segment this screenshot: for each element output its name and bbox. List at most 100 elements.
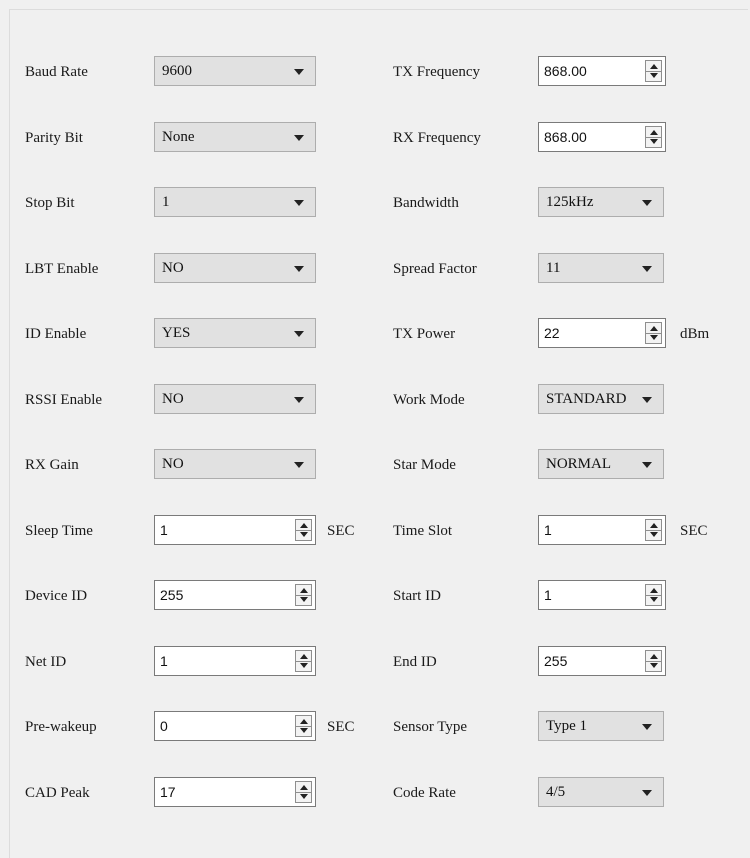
pre-wakeup-spinbox[interactable]: 0 — [154, 711, 316, 741]
form-row: LBT Enable NO Spread Factor 11 — [0, 252, 750, 285]
star-mode-dropdown[interactable]: NORMAL — [538, 449, 664, 479]
spin-down-icon[interactable] — [650, 662, 658, 668]
chevron-down-icon[interactable] — [642, 724, 652, 730]
end-id-label: End ID — [393, 653, 437, 670]
end-id-spinbox[interactable]: 255 — [538, 645, 666, 676]
spin-down-icon[interactable] — [300, 531, 308, 537]
spread-factor-dropdown[interactable]: 11 — [538, 252, 664, 283]
chevron-down-icon[interactable] — [294, 265, 304, 272]
chevron-down-icon[interactable] — [294, 134, 304, 141]
chevron-down-icon[interactable] — [294, 69, 304, 75]
bandwidth-value: 125kHz — [546, 194, 594, 210]
tx-frequency-spinbox[interactable]: 868.00 — [538, 56, 666, 86]
parity-bit-value: None — [162, 128, 195, 145]
pre-wakeup-value: 0 — [160, 718, 168, 734]
bandwidth-label: Bandwidth — [393, 195, 459, 211]
rx-frequency-spinbox[interactable]: 868.00 — [538, 121, 666, 152]
spin-up-icon[interactable] — [300, 588, 308, 593]
spin-buttons[interactable] — [295, 780, 312, 803]
lbt-enable-dropdown[interactable]: NO — [154, 252, 316, 283]
work-mode-value: STANDARD — [546, 390, 627, 407]
chevron-down-icon[interactable] — [294, 200, 304, 206]
spin-buttons[interactable] — [645, 649, 662, 672]
sensor-type-dropdown[interactable]: Type 1 — [538, 711, 664, 741]
form-row: Sleep Time 1 SEC Time Slot 1 SEC — [0, 514, 750, 547]
spin-down-icon[interactable] — [300, 728, 308, 733]
chevron-down-icon[interactable] — [294, 331, 304, 337]
chevron-down-icon[interactable] — [642, 789, 652, 796]
chevron-down-icon[interactable] — [642, 462, 652, 468]
spin-up-icon[interactable] — [650, 326, 658, 331]
sleep-time-spinbox[interactable]: 1 — [154, 514, 316, 545]
spin-buttons[interactable] — [645, 518, 662, 541]
spin-divider — [296, 726, 311, 727]
spin-up-icon[interactable] — [650, 653, 658, 659]
spin-up-icon[interactable] — [650, 64, 658, 69]
start-id-value: 1 — [544, 587, 552, 603]
spin-up-icon[interactable] — [300, 653, 308, 659]
cad-peak-label: CAD Peak — [25, 784, 90, 801]
spin-buttons[interactable] — [295, 518, 312, 541]
spin-buttons[interactable] — [295, 584, 312, 606]
work-mode-dropdown[interactable]: STANDARD — [538, 383, 664, 414]
spin-divider — [296, 529, 311, 531]
rssi-enable-value: NO — [162, 390, 184, 407]
spin-up-icon[interactable] — [300, 784, 308, 790]
end-id-value: 255 — [544, 652, 568, 669]
spin-buttons[interactable] — [645, 584, 662, 606]
spin-divider — [296, 791, 311, 793]
spin-buttons[interactable] — [645, 322, 662, 344]
bandwidth-dropdown[interactable]: 125kHz — [538, 187, 664, 217]
stop-bit-dropdown[interactable]: 1 — [154, 187, 316, 217]
device-id-spinbox[interactable]: 255 — [154, 580, 316, 610]
spin-down-icon[interactable] — [300, 597, 308, 602]
time-slot-spinbox[interactable]: 1 — [538, 514, 666, 545]
tx-power-spinbox[interactable]: 22 — [538, 318, 666, 348]
spin-buttons[interactable] — [645, 60, 662, 82]
spin-up-icon[interactable] — [650, 129, 658, 135]
spin-down-icon[interactable] — [650, 138, 658, 144]
lbt-enable-value: NO — [162, 259, 184, 276]
parity-bit-dropdown[interactable]: None — [154, 121, 316, 152]
start-id-label: Start ID — [393, 588, 441, 604]
spin-buttons[interactable] — [295, 715, 312, 737]
spin-buttons[interactable] — [295, 649, 312, 672]
cad-peak-spinbox[interactable]: 17 — [154, 776, 316, 807]
spin-down-icon[interactable] — [650, 597, 658, 602]
spin-down-icon[interactable] — [650, 335, 658, 340]
work-mode-label: Work Mode — [393, 391, 465, 408]
tx-frequency-value: 868.00 — [544, 63, 587, 79]
rx-gain-dropdown[interactable]: NO — [154, 449, 316, 479]
spin-down-icon[interactable] — [650, 73, 658, 78]
baud-rate-dropdown[interactable]: 9600 — [154, 56, 316, 86]
spin-buttons[interactable] — [645, 125, 662, 148]
chevron-down-icon[interactable] — [642, 200, 652, 206]
device-id-value: 255 — [160, 587, 184, 603]
chevron-down-icon[interactable] — [294, 462, 304, 468]
id-enable-label: ID Enable — [25, 326, 87, 342]
net-id-spinbox[interactable]: 1 — [154, 645, 316, 676]
code-rate-dropdown[interactable]: 4/5 — [538, 776, 664, 807]
chevron-down-icon[interactable] — [294, 396, 304, 403]
time-slot-unit-label: SEC — [680, 522, 708, 539]
spin-up-icon[interactable] — [300, 522, 308, 528]
sensor-type-value: Type 1 — [546, 718, 588, 734]
spread-factor-label: Spread Factor — [393, 260, 477, 277]
spin-up-icon[interactable] — [300, 719, 308, 724]
time-slot-label: Time Slot — [393, 522, 453, 539]
chevron-down-icon[interactable] — [642, 396, 652, 403]
spread-factor-value: 11 — [546, 259, 561, 276]
rx-frequency-value: 868.00 — [544, 128, 587, 145]
spin-down-icon[interactable] — [300, 793, 308, 799]
tx-frequency-label: TX Frequency — [393, 64, 481, 80]
code-rate-label: Code Rate — [393, 784, 456, 801]
rssi-enable-dropdown[interactable]: NO — [154, 383, 316, 414]
chevron-down-icon[interactable] — [642, 265, 652, 272]
spin-down-icon[interactable] — [650, 531, 658, 537]
spin-down-icon[interactable] — [300, 662, 308, 668]
id-enable-dropdown[interactable]: YES — [154, 318, 316, 348]
stop-bit-value: 1 — [162, 194, 170, 210]
start-id-spinbox[interactable]: 1 — [538, 580, 666, 610]
spin-up-icon[interactable] — [650, 588, 658, 593]
spin-up-icon[interactable] — [650, 522, 658, 528]
